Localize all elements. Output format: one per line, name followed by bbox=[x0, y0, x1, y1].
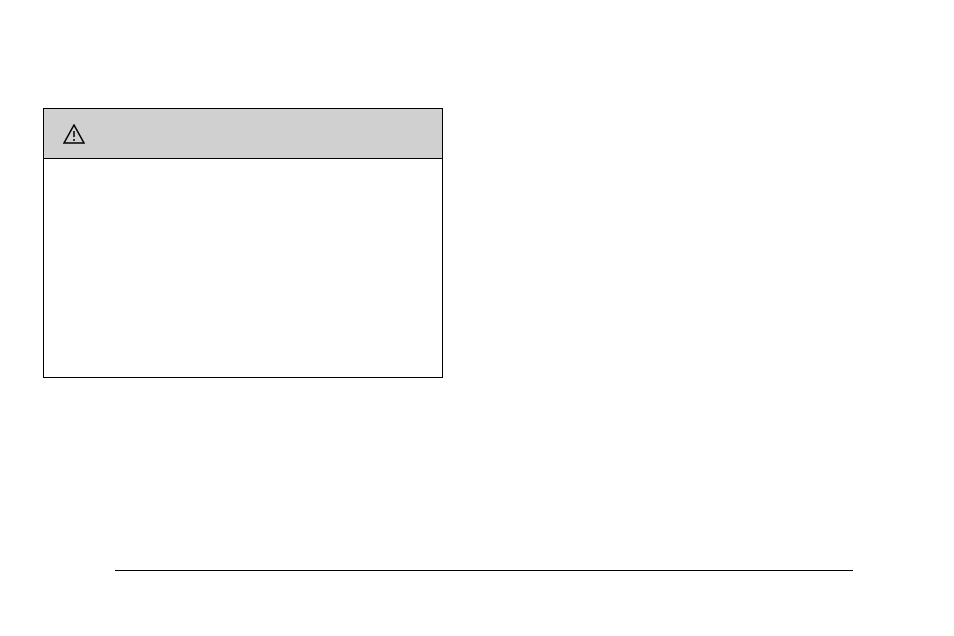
warning-header bbox=[44, 109, 442, 159]
warning-triangle-icon bbox=[62, 122, 86, 146]
horizontal-rule bbox=[115, 570, 853, 571]
warning-box bbox=[43, 108, 443, 378]
warning-body bbox=[44, 159, 442, 377]
